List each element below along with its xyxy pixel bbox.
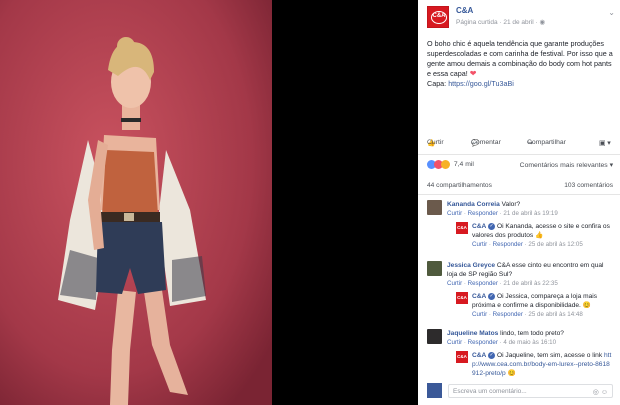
comment-placeholder: Escreva um comentário... [453,388,527,395]
comment-like-link[interactable]: Curtir [447,339,462,346]
comment-reply-link[interactable]: Responder [468,210,498,217]
reply-body: C&A ✓ Oi Kananda, acesse o site e confir… [472,222,613,249]
share-label: Compartilhar [527,139,566,146]
post-body: O boho chic é aquela tendência que garan… [427,39,613,78]
post-photo[interactable] [0,0,418,405]
reaction-count[interactable]: 7,4 mil [454,161,474,168]
post-header: C&A C&A Página curtida · 21 de abril · ◉… [427,6,617,32]
comment-reply-link[interactable]: Responder [468,339,498,346]
avatar-text: C&A [457,295,467,300]
globe-icon: ◉ [539,19,546,26]
divider [418,154,620,155]
avatar[interactable]: C&A [456,351,468,363]
capa-link[interactable]: https://goo.gl/Tu3aBi [448,79,514,88]
avatar[interactable] [427,200,442,215]
commenter-name[interactable]: Kananda Correia [447,201,500,208]
page-logo[interactable]: C&A [427,6,449,28]
heart-icon: ❤ [469,69,477,78]
commenter-name[interactable]: Jessica Greyce [447,262,495,269]
page-name[interactable]: C&A [456,6,473,15]
comment-body: Jaqueline Matos lindo, tem todo preto? C… [447,329,613,347]
photo-viewer: C&A C&A Página curtida · 21 de abril · ◉… [0,0,620,405]
logo-text: C&A [432,13,446,19]
comment-like-link[interactable]: Curtir [447,280,462,287]
photo-image [0,0,418,405]
avatar[interactable]: C&A [456,222,468,234]
reply-like-link[interactable]: Curtir [472,311,487,318]
reply-reply-link[interactable]: Responder [493,311,523,318]
reply-body: C&A ✓ Oi Jessica, compareça a loja mais … [472,292,613,319]
audience-selector[interactable]: ▣ ▾ [599,139,611,147]
replier-name[interactable]: C&A [472,352,486,359]
comments-count[interactable]: 103 comentários [564,182,613,189]
comment-actions: Curtir · Responder · 4 de maio às 16:10 [447,339,557,346]
comment-label: Comentar [471,139,501,146]
comment-sort-dropdown[interactable]: Comentários mais relevantes ▾ [520,161,613,169]
avatar-text: C&A [457,354,467,359]
avatar[interactable]: C&A [456,292,468,304]
post-meta-text: Página curtida · 21 de abril · [456,19,540,26]
comment-body: Jessica Greyce C&A esse cinto eu encontr… [447,261,613,288]
comment-time: · 21 de abril às 19:19 [499,210,558,217]
reply-reply-link[interactable]: Responder [493,241,523,248]
reply-time: · 25 de abril às 12:05 [524,241,583,248]
reactions-icons[interactable] [427,160,450,169]
reply-body: C&A ✓ Oi Jaqueline, tem sim, acesse o li… [472,351,613,378]
comment-like-link[interactable]: Curtir [447,210,462,217]
comment-item: Kananda Correia Valor? Curtir · Responde… [427,200,613,255]
post-actions: 👍 Curtir 💬 Comentar ↪ Compartilhar ▣ ▾ [427,139,613,151]
avatar[interactable] [427,261,442,276]
shares-count[interactable]: 44 compartilhamentos [427,182,492,189]
avatar-text: C&A [457,225,467,230]
comment-item: Jaqueline Matos lindo, tem todo preto? C… [427,329,613,381]
comment-reply-link[interactable]: Responder [468,280,498,287]
replier-name[interactable]: C&A [472,223,486,230]
post-panel: C&A C&A Página curtida · 21 de abril · ◉… [418,0,620,405]
commenter-name[interactable]: Jaqueline Matos [447,330,498,337]
camera-icon[interactable]: ◎ ☺ [593,388,608,396]
comment-actions: Curtir · Responder · 21 de abril às 22:3… [447,280,558,287]
post-text: O boho chic é aquela tendência que garan… [427,39,613,89]
comment-text: Valor? [499,201,521,208]
comment-time: · 21 de abril às 22:35 [499,280,558,287]
wow-reaction-icon [441,160,450,169]
divider [418,194,620,195]
engagement-counts: 44 compartilhamentos 103 comentários [427,182,613,192]
reply-text: Oi Jaqueline, tem sim, acesse o link [495,352,604,359]
reply-actions: Curtir · Responder · 25 de abril às 12:0… [472,241,583,248]
comment-body: Kananda Correia Valor? Curtir · Responde… [447,200,613,218]
reply-emoji: 😊 [505,370,516,377]
reply-like-link[interactable]: Curtir [472,241,487,248]
comment-text: lindo, tem todo preto? [498,330,564,337]
reply-actions: Curtir · Responder · 25 de abril às 14:4… [472,311,583,318]
write-comment-bar: Escreva um comentário... ◎ ☺ [427,383,613,399]
like-label: Curtir [427,139,444,146]
comment-item: Jessica Greyce C&A esse cinto eu encontr… [427,261,613,323]
avatar [427,383,442,398]
comment-actions: Curtir · Responder · 21 de abril às 19:1… [447,210,558,217]
comment-input[interactable]: Escreva um comentário... ◎ ☺ [448,384,613,398]
post-meta: Página curtida · 21 de abril · ◉ [456,18,545,26]
reactions-bar: 7,4 mil Comentários mais relevantes ▾ [427,160,613,172]
avatar[interactable] [427,329,442,344]
chevron-down-icon[interactable]: ⌄ [608,8,615,17]
capa-label: Capa: [427,79,449,88]
reply-time: · 25 de abril às 14:48 [524,311,583,318]
replier-name[interactable]: C&A [472,293,486,300]
comment-time: · 4 de maio às 16:10 [499,339,557,346]
